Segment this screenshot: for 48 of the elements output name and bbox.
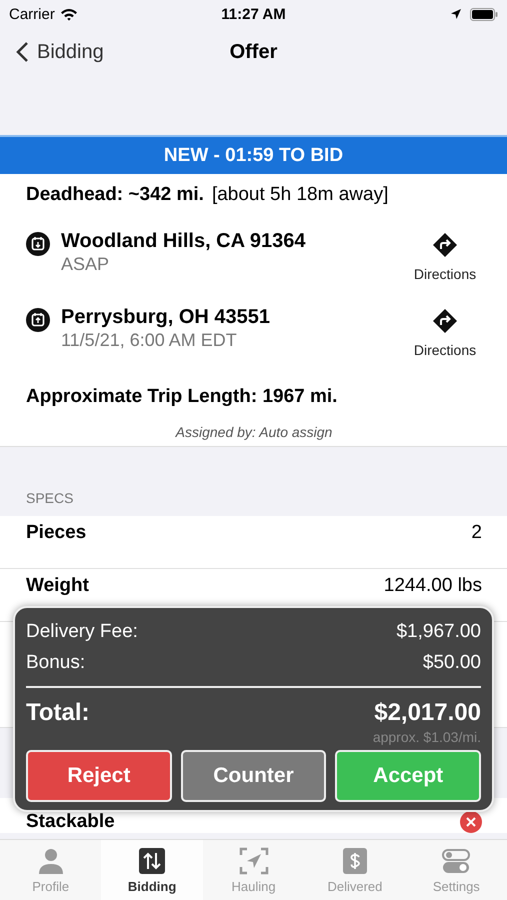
rate-per-mile: approx. $1.03/mi. [372,729,481,745]
total-label: Total: [26,699,90,727]
status-time: 11:27 AM [221,6,286,22]
stop-time: ASAP [61,254,110,275]
counter-button[interactable]: Counter [180,750,326,802]
directions-icon [432,308,458,334]
deadhead-distance: Deadhead: ~342 mi. [26,184,204,206]
tab[interactable]: Profile [0,840,102,900]
tab[interactable]: Settings [406,840,507,900]
fee-label: Delivery Fee: [26,620,138,642]
wifi-icon [60,8,78,20]
bid-timer-banner: NEW - 01:59 TO BID [0,135,507,174]
tab[interactable]: Bidding [101,840,203,900]
battery-icon [470,8,498,20]
carrier-label: Carrier [9,6,55,22]
navigation-arrow-icon [238,846,269,876]
chevron-left-icon [16,41,29,63]
back-label[interactable]: Bidding [37,40,104,64]
calendar-icon [26,308,50,332]
screen-title: Offer [228,40,278,64]
spec-label: Stackable [26,811,115,833]
tab[interactable]: Hauling [202,840,304,900]
fee-amount: $1,967.00 [396,620,481,642]
deadhead-time: [about 5h 18m away] [212,184,388,206]
spec-value: 2 [471,522,482,544]
directions-button[interactable]: Directions [408,232,482,282]
section-header: SPECS [25,489,74,508]
directions-icon [432,232,458,258]
stop-time: 11/5/21, 6:00 AM EDT [61,330,238,351]
back-button[interactable]: Bidding [0,40,104,64]
spec-value: 1244.00 lbs [384,575,482,597]
directions-button[interactable]: Directions [408,308,482,358]
reject-button[interactable]: Reject [26,750,172,802]
accept-button[interactable]: Accept [335,750,482,802]
fee-label: Bonus: [26,652,86,674]
toggles-icon [441,846,472,876]
spec-label: Weight [26,575,89,597]
stop-place: Perrysburg, OH 43551 [61,306,271,329]
trip-length: Approximate Trip Length: 1967 mi. [26,386,338,408]
fee-amount: $50.00 [422,652,481,674]
up-down-arrows-icon [137,846,168,876]
total-amount: $2,017.00 [374,699,481,727]
tab[interactable]: Delivered [304,840,406,900]
stop-place: Woodland Hills, CA 91364 [61,230,307,253]
calendar-icon [26,232,50,256]
location-arrow-icon [450,8,462,20]
assigned-by: Assigned by: Auto assign [174,424,334,440]
spec-label: Pieces [26,522,86,544]
